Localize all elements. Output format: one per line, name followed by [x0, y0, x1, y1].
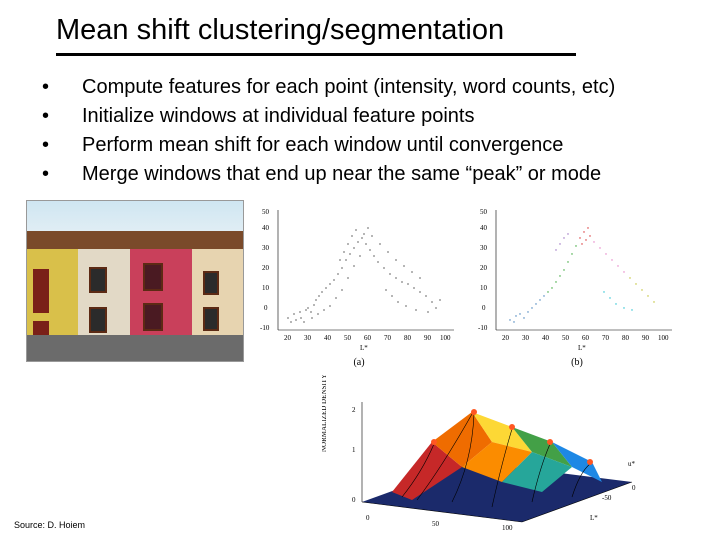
bullet-marker: •: [36, 132, 82, 159]
svg-text:90: 90: [424, 334, 432, 342]
svg-text:50: 50: [262, 208, 270, 216]
bullet-marker: •: [36, 103, 82, 130]
svg-text:0: 0: [632, 484, 636, 492]
bullet-list: •Compute features for each point (intens…: [36, 74, 720, 188]
svg-text:20: 20: [262, 264, 270, 272]
figure-row: -1001020304050 2030405060708090100 L* (a…: [26, 200, 706, 362]
svg-text:60: 60: [364, 334, 372, 342]
bullet-item: •Merge windows that end up near the same…: [36, 161, 720, 188]
slide-title: Mean shift clustering/segmentation: [0, 0, 720, 53]
svg-text:2: 2: [352, 406, 356, 414]
bullet-text: Perform mean shift for each window until…: [82, 132, 563, 159]
svg-text:20: 20: [284, 334, 292, 342]
svg-text:70: 70: [602, 334, 610, 342]
svg-text:0: 0: [352, 496, 356, 504]
svg-text:0: 0: [264, 304, 268, 312]
bullet-text: Compute features for each point (intensi…: [82, 74, 615, 101]
svg-text:80: 80: [404, 334, 412, 342]
svg-text:50: 50: [562, 334, 570, 342]
svg-text:80: 80: [622, 334, 630, 342]
svg-text:30: 30: [522, 334, 530, 342]
svg-text:40: 40: [542, 334, 550, 342]
scatter-plot-a: -1001020304050 2030405060708090100 L* (a…: [256, 200, 462, 354]
svg-text:50: 50: [480, 208, 488, 216]
surface-zlabel: NORMALIZED DENSITY: [322, 374, 328, 452]
bullet-marker: •: [36, 74, 82, 101]
svg-text:-50: -50: [602, 494, 612, 502]
svg-text:-10: -10: [478, 324, 488, 332]
svg-text:100: 100: [658, 334, 669, 342]
axis-xlabel-a: L*: [360, 344, 368, 352]
svg-text:50: 50: [432, 520, 440, 528]
svg-text:100: 100: [502, 524, 513, 532]
svg-text:1: 1: [352, 446, 356, 454]
title-underline: [56, 53, 576, 56]
svg-text:40: 40: [480, 224, 488, 232]
svg-text:90: 90: [642, 334, 650, 342]
bullet-text: Initialize windows at individual feature…: [82, 103, 474, 130]
source-credit: Source: D. Hoiem: [14, 520, 85, 530]
svg-text:0: 0: [482, 304, 486, 312]
bullet-marker: •: [36, 161, 82, 188]
svg-text:30: 30: [304, 334, 312, 342]
svg-text:100: 100: [440, 334, 451, 342]
svg-text:40: 40: [262, 224, 270, 232]
svg-text:10: 10: [262, 284, 270, 292]
svg-text:-10: -10: [260, 324, 270, 332]
svg-text:10: 10: [480, 284, 488, 292]
scatter-caption-b: (b): [571, 357, 583, 368]
svg-text:30: 30: [262, 244, 270, 252]
bullet-item: •Initialize windows at individual featur…: [36, 103, 720, 130]
surface-ylabel: u*: [628, 460, 636, 468]
bullet-item: •Perform mean shift for each window unti…: [36, 132, 720, 159]
scatter-caption-a: (a): [353, 357, 364, 368]
surface-plot: NORMALIZED DENSITY L* u* 0 50 100 0 -50 0 1 2: [322, 372, 662, 532]
surface-xlabel: L*: [590, 514, 598, 522]
bullet-item: •Compute features for each point (intens…: [36, 74, 720, 101]
svg-text:70: 70: [384, 334, 392, 342]
svg-text:30: 30: [480, 244, 488, 252]
svg-text:0: 0: [366, 514, 370, 522]
photo-figure: [26, 200, 244, 362]
bullet-text: Merge windows that end up near the same …: [82, 161, 601, 188]
svg-text:20: 20: [480, 264, 488, 272]
svg-text:40: 40: [324, 334, 332, 342]
svg-text:50: 50: [344, 334, 352, 342]
scatter-plot-b: -1001020304050 2030405060708090100 L* (b…: [474, 200, 680, 354]
svg-text:60: 60: [582, 334, 590, 342]
axis-xlabel-b: L*: [578, 344, 586, 352]
svg-text:20: 20: [502, 334, 510, 342]
